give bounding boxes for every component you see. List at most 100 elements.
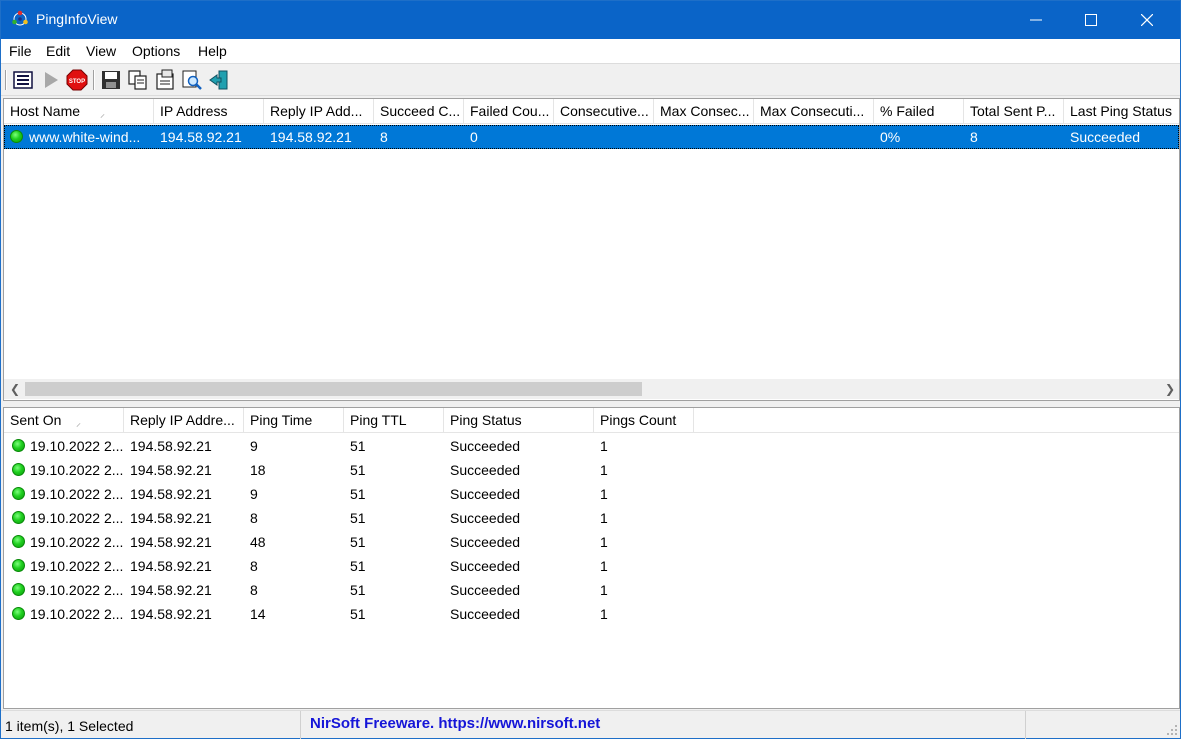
title-bar[interactable]: PingInfoView xyxy=(1,1,1180,39)
col-failed-count[interactable]: Failed Cou... xyxy=(464,99,554,124)
hosts-list-header: Host Name ⸝ IP Address Reply IP Add... Su… xyxy=(4,99,1179,124)
copy-icon[interactable] xyxy=(127,69,149,91)
close-icon xyxy=(1141,14,1153,26)
col-reply-ip-address[interactable]: Reply IP Addre... xyxy=(124,408,244,433)
toolbar-grip[interactable] xyxy=(5,70,7,90)
col-ping-time[interactable]: Ping Time xyxy=(244,408,344,433)
window-title: PingInfoView xyxy=(36,11,118,27)
save-icon[interactable] xyxy=(100,69,122,91)
col-last-ping-status[interactable]: Last Ping Status xyxy=(1064,99,1179,124)
close-button[interactable] xyxy=(1120,1,1174,39)
maximize-button[interactable] xyxy=(1064,1,1118,39)
toolbar: STOP xyxy=(1,63,1180,96)
status-ok-icon xyxy=(12,487,25,500)
cell-sent-on: 19.10.2022 2... xyxy=(30,438,124,454)
cell-ping-ttl: 51 xyxy=(350,462,366,478)
status-ok-icon xyxy=(12,511,25,524)
col-sent-on[interactable]: Sent On ⸝ xyxy=(4,408,124,433)
app-icon xyxy=(11,10,29,28)
cell-sent-on: 19.10.2022 2... xyxy=(30,510,124,526)
cell-reply-ip: 194.58.92.21 xyxy=(130,510,212,526)
menu-help[interactable]: Help xyxy=(198,43,227,59)
horizontal-scrollbar[interactable]: ❮ ❯ xyxy=(4,379,1179,399)
ping-row[interactable]: 19.10.2022 2... 194.58.92.21 8 51 Succeeded 1 xyxy=(4,578,1179,602)
col-max-consec[interactable]: Max Consec... xyxy=(654,99,754,124)
cell-reply-ip: 194.58.92.21 xyxy=(130,606,212,622)
col-pct-failed[interactable]: % Failed xyxy=(874,99,964,124)
col-host-name[interactable]: Host Name ⸝ xyxy=(4,99,154,124)
cell-sent-on: 19.10.2022 2... xyxy=(30,558,124,574)
cell-ping-time: 48 xyxy=(250,534,266,550)
ping-row[interactable]: 19.10.2022 2... 194.58.92.21 9 51 Succeeded 1 xyxy=(4,482,1179,506)
ping-history-header: Sent On ⸝ Reply IP Addre... Ping Time Pin… xyxy=(4,408,1179,433)
cell-ping-status: Succeeded xyxy=(450,534,521,550)
html-report-icon[interactable] xyxy=(154,69,176,91)
stop-icon[interactable]: STOP xyxy=(66,69,88,91)
cell-pings-count: 1 xyxy=(600,462,608,478)
cell-ping-ttl: 51 xyxy=(350,582,366,598)
cell-pings-count: 1 xyxy=(600,438,608,454)
cell-pings-count: 1 xyxy=(600,558,608,574)
status-ok-icon xyxy=(12,463,25,476)
ping-row[interactable]: 19.10.2022 2... 194.58.92.21 9 51 Succeeded 1 xyxy=(4,434,1179,458)
ping-row[interactable]: 19.10.2022 2... 194.58.92.21 18 51 Succeeded… xyxy=(4,458,1179,482)
resize-grip-icon[interactable] xyxy=(1166,724,1178,736)
col-succeed-count[interactable]: Succeed C... xyxy=(374,99,464,124)
hosts-list[interactable]: Host Name ⸝ IP Address Reply IP Add... Su… xyxy=(3,98,1180,401)
cell-reply-ip: 194.58.92.21 xyxy=(130,558,212,574)
cell-pings-count: 1 xyxy=(600,582,608,598)
cell-total-sent: 8 xyxy=(970,129,978,145)
col-ip-address[interactable]: IP Address xyxy=(154,99,264,124)
scroll-thumb[interactable] xyxy=(25,382,642,396)
cell-last-status: Succeeded xyxy=(1070,129,1141,145)
ping-row[interactable]: 19.10.2022 2... 194.58.92.21 14 51 Succeeded… xyxy=(4,602,1179,626)
menu-options[interactable]: Options xyxy=(132,43,180,59)
menu-file[interactable]: File xyxy=(9,43,32,59)
status-selection: 1 item(s), 1 Selected xyxy=(5,718,134,734)
minimize-icon xyxy=(1030,19,1042,21)
properties-icon[interactable] xyxy=(12,69,34,91)
cell-ping-ttl: 51 xyxy=(350,534,366,550)
ping-row[interactable]: 19.10.2022 2... 194.58.92.21 48 51 Succeeded… xyxy=(4,530,1179,554)
cell-ping-time: 8 xyxy=(250,510,258,526)
col-ping-ttl[interactable]: Ping TTL xyxy=(344,408,444,433)
scroll-right-icon[interactable]: ❯ xyxy=(1165,382,1175,396)
maximize-icon xyxy=(1085,14,1097,26)
cell-failed: 0 xyxy=(470,129,478,145)
cell-ping-status: Succeeded xyxy=(450,558,521,574)
host-row[interactable]: www.white-wind... 194.58.92.21 194.58.92… xyxy=(4,125,1179,149)
scroll-left-icon[interactable]: ❮ xyxy=(10,382,20,396)
start-icon[interactable] xyxy=(40,69,62,91)
ping-history-list[interactable]: Sent On ⸝ Reply IP Addre... Ping Time Pin… xyxy=(3,407,1180,709)
nirsoft-link[interactable]: NirSoft Freeware. https://www.nirsoft.ne… xyxy=(310,715,600,732)
cell-reply-ip: 194.58.92.21 xyxy=(130,534,212,550)
cell-ping-status: Succeeded xyxy=(450,438,521,454)
cell-ping-ttl: 51 xyxy=(350,606,366,622)
svg-text:STOP: STOP xyxy=(69,79,85,85)
cell-reply-ip: 194.58.92.21 xyxy=(130,486,212,502)
app-window: PingInfoView File Edit View Options Help… xyxy=(0,0,1181,739)
ping-row[interactable]: 19.10.2022 2... 194.58.92.21 8 51 Succeeded 1 xyxy=(4,554,1179,578)
cell-pings-count: 1 xyxy=(600,510,608,526)
cell-ping-time: 14 xyxy=(250,606,266,622)
status-selection-panel: 1 item(s), 1 Selected xyxy=(1,711,301,739)
col-reply-ip[interactable]: Reply IP Add... xyxy=(264,99,374,124)
exit-icon[interactable] xyxy=(208,69,230,91)
menu-edit[interactable]: Edit xyxy=(46,43,70,59)
cell-sent-on: 19.10.2022 2... xyxy=(30,606,124,622)
col-max-consecutive[interactable]: Max Consecuti... xyxy=(754,99,874,124)
status-ok-icon xyxy=(12,535,25,548)
ping-row[interactable]: 19.10.2022 2... 194.58.92.21 8 51 Succeeded 1 xyxy=(4,506,1179,530)
col-total-sent[interactable]: Total Sent P... xyxy=(964,99,1064,124)
col-ping-status[interactable]: Ping Status xyxy=(444,408,594,433)
menu-view[interactable]: View xyxy=(86,43,116,59)
col-consecutive[interactable]: Consecutive... xyxy=(554,99,654,124)
minimize-button[interactable] xyxy=(1009,1,1063,39)
status-ok-icon xyxy=(12,439,25,452)
cell-reply-ip: 194.58.92.21 xyxy=(130,462,212,478)
col-pings-count[interactable]: Pings Count xyxy=(594,408,694,433)
find-icon[interactable] xyxy=(181,69,203,91)
cell-pings-count: 1 xyxy=(600,606,608,622)
status-divider xyxy=(1025,711,1026,739)
status-ok-icon xyxy=(12,607,25,620)
